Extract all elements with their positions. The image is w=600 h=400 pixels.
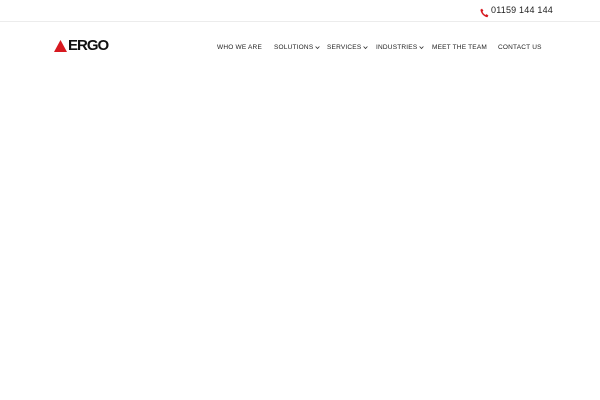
phone-icon: [480, 5, 489, 18]
nav-item-who-we-are[interactable]: WHO WE ARE: [217, 44, 262, 51]
nav-item-industries[interactable]: INDUSTRIES: [376, 44, 425, 51]
nav-item-label: SOLUTIONS: [274, 44, 314, 51]
chevron-down-icon: [419, 46, 425, 50]
nav-item-solutions[interactable]: SOLUTIONS: [274, 44, 321, 51]
chevron-down-icon: [363, 46, 369, 50]
nav-item-label: SERVICES: [327, 44, 362, 51]
nav-item-meet-the-team[interactable]: MEET THE TEAM: [432, 44, 487, 51]
nav-item-contact-us[interactable]: CONTACT US: [498, 44, 542, 51]
main-content: [0, 74, 600, 400]
phone-number: 01159 144 144: [491, 5, 553, 15]
page: 01159 144 144 ERGO WHO WE ARE SOLUTIONS …: [0, 0, 600, 400]
nav-item-label: WHO WE ARE: [217, 44, 262, 51]
nav-item-services[interactable]: SERVICES: [327, 44, 369, 51]
site-header: ERGO WHO WE ARE SOLUTIONS SERVICES INDUS…: [0, 22, 600, 74]
nav-item-label: MEET THE TEAM: [432, 44, 487, 51]
nav-item-label: INDUSTRIES: [376, 44, 418, 51]
nav-item-label: CONTACT US: [498, 44, 542, 51]
phone-link[interactable]: 01159 144 144: [480, 5, 553, 18]
chevron-down-icon: [315, 46, 321, 50]
main-nav: WHO WE ARE SOLUTIONS SERVICES INDUSTRIES: [0, 44, 600, 56]
top-bar: 01159 144 144: [0, 0, 600, 22]
